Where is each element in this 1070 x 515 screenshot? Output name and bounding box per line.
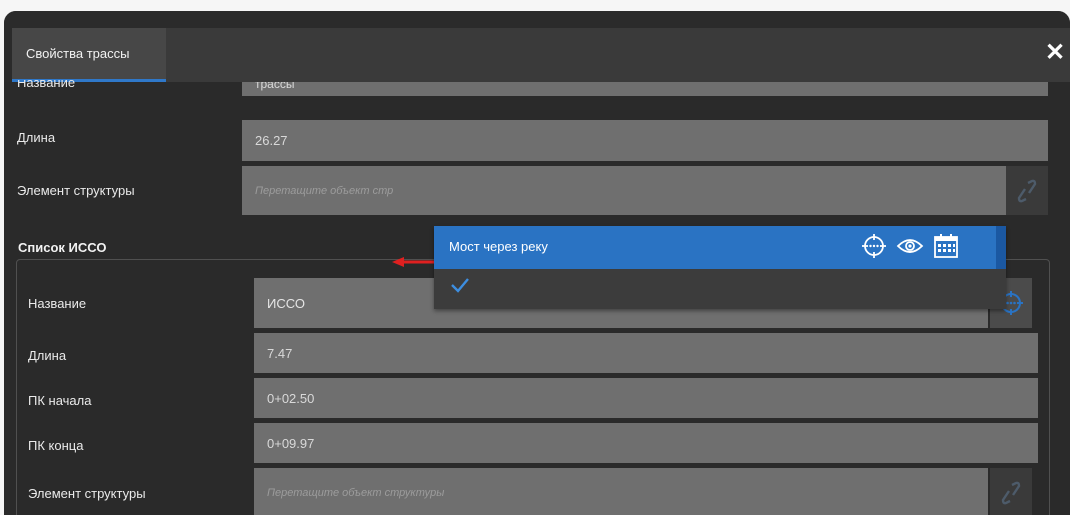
isso-pk-end-value: 0+09.97 [267, 435, 315, 451]
crosshair-icon[interactable] [858, 230, 890, 262]
isso-length-label: Длина [28, 348, 67, 363]
dropdown-item-actions [858, 230, 962, 262]
dropdown-item-edge [996, 226, 1006, 269]
dropdown-item-bridge[interactable]: Мост через реку [434, 226, 1006, 269]
isso-structure-field[interactable]: Перетащите объект структуры [254, 468, 988, 515]
route-properties-dialog: Свойства трассы ✕ Название трассы Длина … [4, 11, 1070, 515]
annotation-arrow-icon [392, 257, 438, 267]
isso-section-title: Список ИССО [18, 240, 107, 255]
route-length-label: Длина [17, 130, 56, 145]
dialog-titlebar: Свойства трассы ✕ [4, 11, 1070, 82]
route-name-field[interactable]: трассы [242, 82, 1048, 96]
route-structure-link-button[interactable] [1006, 166, 1048, 215]
dropdown-item-label: Мост через реку [449, 239, 548, 254]
calendar-icon[interactable] [930, 230, 962, 262]
isso-pk-start-field[interactable]: 0+02.50 [254, 378, 1038, 418]
route-length-field[interactable]: 26.27 [242, 120, 1048, 161]
isso-pk-end-field[interactable]: 0+09.97 [254, 423, 1038, 463]
route-length-value: 26.27 [255, 133, 288, 148]
isso-pk-start-value: 0+02.50 [267, 390, 315, 406]
isso-length-field[interactable]: 7.47 [254, 333, 1038, 373]
isso-structure-placeholder: Перетащите объект структуры [267, 487, 445, 499]
route-structure-placeholder: Перетащите объект стр [255, 184, 394, 197]
isso-pk-start-label: ПК начала [28, 393, 92, 408]
eye-icon[interactable] [894, 230, 926, 262]
isso-structure-label: Элемент структуры [28, 486, 146, 501]
isso-structure-link-button[interactable] [990, 468, 1032, 515]
isso-length-value: 7.47 [267, 345, 293, 361]
link-icon [1017, 179, 1037, 202]
route-structure-field[interactable]: Перетащите объект стр [242, 166, 1006, 215]
structure-dropdown: Мост через реку [434, 226, 1006, 309]
route-structure-label: Элемент структуры [17, 183, 135, 198]
route-name-label: Название [17, 80, 76, 90]
isso-pk-end-label: ПК конца [28, 438, 84, 453]
route-name-value: трассы [255, 82, 295, 91]
isso-name-value: ИССО [267, 295, 305, 311]
checkmark-icon[interactable] [450, 277, 470, 293]
tab-strip [166, 28, 1070, 82]
dialog-content: Название трассы Длина 26.27 Элемент стру… [4, 80, 1070, 515]
tab-route-properties[interactable]: Свойства трассы [12, 28, 166, 82]
close-icon[interactable]: ✕ [1044, 41, 1066, 65]
link-icon [1001, 481, 1021, 505]
tab-label: Свойства трассы [26, 46, 130, 61]
isso-name-label: Название [28, 296, 87, 311]
